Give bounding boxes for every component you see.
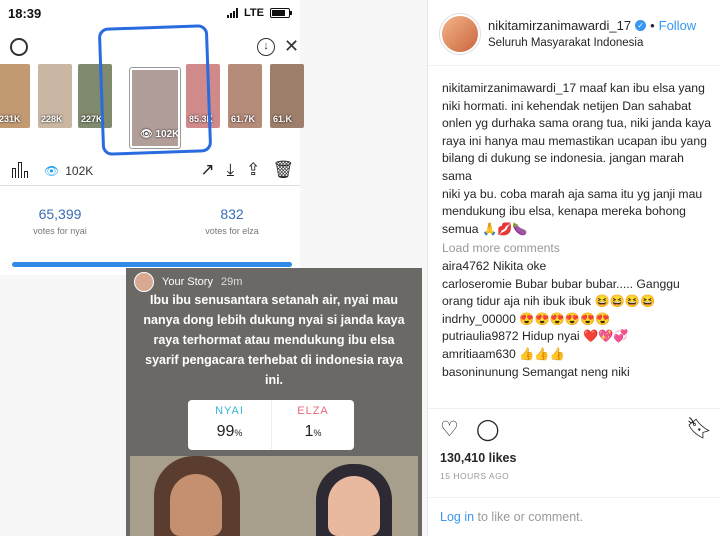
comment-username[interactable]: aira4762: [442, 259, 489, 273]
caption-username[interactable]: nikitamirzanimawardi_17: [442, 81, 576, 95]
bookmark-icon[interactable]: 🔖︎: [686, 417, 713, 441]
status-time: 18:39: [8, 5, 42, 21]
story-photo: [130, 456, 418, 536]
load-more-comments[interactable]: Load more comments: [442, 240, 714, 258]
comment: amritiaam630 👍👍👍: [442, 346, 565, 361]
share-icon: ⇪: [246, 160, 261, 179]
vote-nyai: 65,399 votes for nyai: [33, 206, 87, 236]
story-thumbnail: 61.K: [270, 64, 304, 128]
post-image: 18:39 LTE ↓ ✕ 231K 228K 227K 👁 102K 85.3…: [0, 0, 428, 536]
download-icon: ⤓: [226, 160, 235, 179]
story-thumbnail: 231K: [0, 64, 30, 128]
view-count: 👁 102K: [44, 164, 94, 178]
story-header: Your Story 29m: [134, 272, 242, 292]
post-actions: ♡ ◯ 🔖︎ 130,410 likes 15 HOURS AGO Log in…: [428, 408, 720, 536]
post-header: nikitamirzanimawardi_17 ✓ • Follow Selur…: [428, 0, 720, 66]
like-count[interactable]: 130,410 likes: [440, 451, 516, 465]
poll-option-elza: ELZA 1%: [271, 400, 354, 450]
comment: putriaulia9872 Hidup nyai ❤️💖💞: [442, 329, 629, 344]
comment-username[interactable]: putriaulia9872: [442, 329, 519, 343]
trash-icon: 🗑: [272, 160, 294, 179]
heart-icon[interactable]: ♡: [440, 417, 459, 442]
poll-option-nyai: NYAI 99%: [215, 405, 244, 440]
battery-icon: [270, 8, 292, 18]
comment: carloseromie Bubar bubar bubar..... Gang…: [442, 276, 680, 309]
post-sidebar: nikitamirzanimawardi_17 ✓ • Follow Selur…: [428, 0, 720, 536]
comment-icon[interactable]: ◯: [476, 417, 500, 442]
download-circle-icon: ↓: [257, 38, 275, 56]
comment-username[interactable]: carloseromie: [442, 277, 512, 291]
comment: aira4762 Nikita oke: [442, 258, 547, 273]
story-text: Ibu ibu senusantara setanah air, nyai ma…: [143, 293, 405, 387]
post-timestamp: 15 HOURS AGO: [440, 471, 510, 481]
comment-username[interactable]: amritiaam630: [442, 347, 516, 361]
login-prompt: Log in to like or comment.: [428, 497, 720, 536]
close-icon: ✕: [284, 36, 300, 56]
location-link[interactable]: Seluruh Masyarakat Indonesia: [488, 37, 643, 49]
story-screenshot: Your Story 29m Ibu ibu senusantara setan…: [126, 268, 422, 536]
signal-icon: [227, 8, 239, 18]
status-bar: 18:39 LTE: [0, 0, 300, 26]
comment-username[interactable]: indrhy_00000: [442, 312, 516, 326]
story-time: 29m: [220, 276, 243, 288]
avatar: [134, 272, 154, 292]
comment-username[interactable]: basoninunung: [442, 365, 519, 379]
comments-section: nikitamirzanimawardi_17 maaf kan ibu els…: [442, 80, 714, 400]
avatar[interactable]: [440, 14, 480, 54]
post-caption: nikitamirzanimawardi_17 maaf kan ibu els…: [442, 81, 711, 236]
follow-button[interactable]: Follow: [659, 18, 697, 33]
vote-elza: 832 votes for elza: [205, 206, 259, 236]
story-stats-bar: 👁 102K ↗ ⤓ ⇪ 🗑: [0, 156, 300, 186]
settings-circle-icon: [10, 38, 28, 56]
phone-screenshot: 18:39 LTE ↓ ✕ 231K 228K 227K 👁 102K 85.3…: [0, 0, 304, 275]
story-title: Your Story: [162, 276, 213, 288]
network-label: LTE: [244, 7, 264, 19]
comment: basoninunung Semangat neng niki: [442, 364, 630, 379]
eye-icon: 👁: [44, 164, 60, 178]
verified-icon: ✓: [635, 20, 647, 31]
poll-sticker: NYAI 99% ELZA 1%: [188, 400, 354, 450]
poll-votes: 65,399 votes for nyai 832 votes for elza: [0, 206, 300, 246]
username-link[interactable]: nikitamirzanimawardi_17: [488, 18, 631, 33]
bar-chart-icon: [12, 162, 28, 178]
divider: [12, 262, 292, 267]
trend-icon: ↗: [200, 160, 215, 179]
story-thumbnail: 228K: [38, 64, 72, 128]
hand-drawn-highlight: [97, 24, 213, 156]
story-thumbnail: 61.7K: [228, 64, 262, 128]
comment: indrhy_00000 😍😍😍😍😍😍: [442, 311, 611, 326]
login-link[interactable]: Log in: [440, 510, 474, 524]
